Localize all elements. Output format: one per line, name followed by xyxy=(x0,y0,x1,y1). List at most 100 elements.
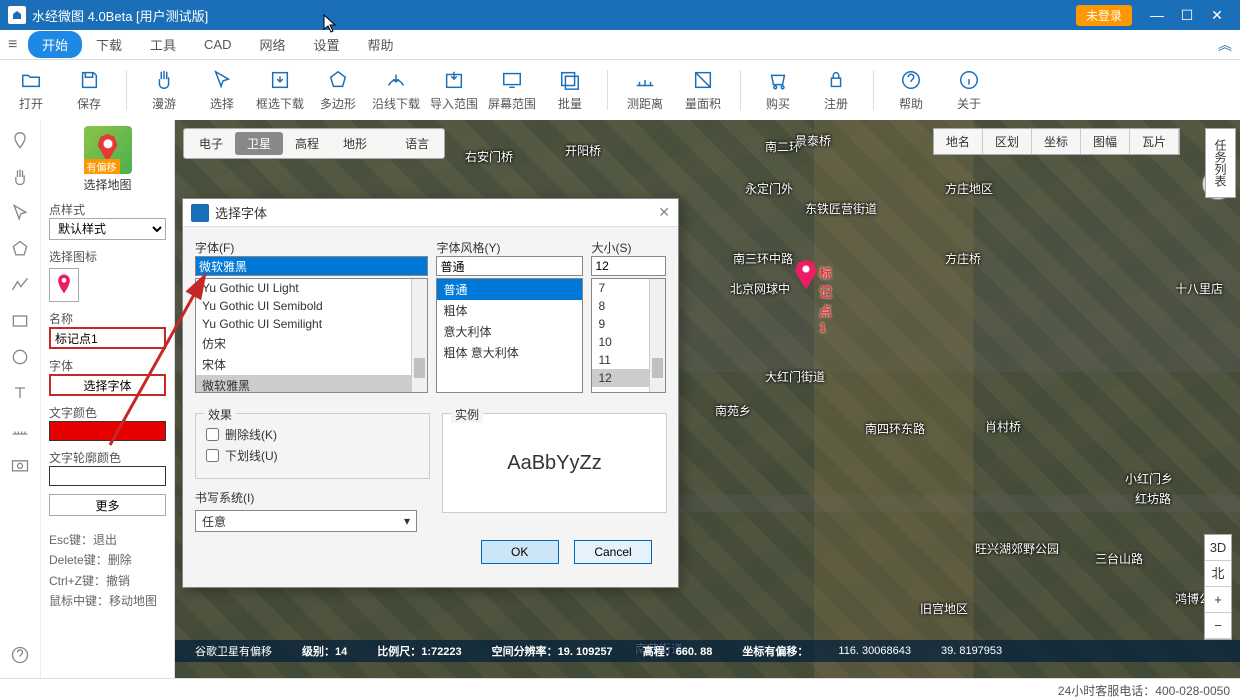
maptype-elevation[interactable]: 高程 xyxy=(283,132,331,155)
screenshot-tool-icon[interactable] xyxy=(9,454,31,476)
view-north-button[interactable]: 北 xyxy=(1205,561,1231,587)
maximize-button[interactable]: ☐ xyxy=(1172,7,1202,24)
scrollbar[interactable] xyxy=(649,279,665,392)
task-list-button[interactable]: 任务列表 xyxy=(1205,128,1236,198)
marker-tool-icon[interactable] xyxy=(9,130,31,152)
properties-panel: 有偏移 选择地图 点样式 默认样式 选择图标 名称 字体 选择字体 文字颜色 文… xyxy=(40,120,175,680)
map-type-switcher: 电子 卫星 高程 地形 语言 xyxy=(183,128,445,159)
map-marker[interactable]: 标记点1 xyxy=(795,260,817,290)
scrollbar[interactable] xyxy=(411,279,427,392)
font-family-list[interactable]: Yu Gothic UI Light Yu Gothic UI Semibold… xyxy=(195,278,428,393)
circle-tool-icon[interactable] xyxy=(9,346,31,368)
layer-district[interactable]: 区划 xyxy=(983,129,1032,154)
text-tool-icon[interactable] xyxy=(9,382,31,404)
script-dropdown[interactable]: 任意▾ xyxy=(195,510,417,532)
ruler-tool-icon[interactable] xyxy=(9,418,31,440)
close-button[interactable]: ✕ xyxy=(1202,7,1232,24)
layer-tile[interactable]: 瓦片 xyxy=(1130,129,1179,154)
map-label: 方庄桥 xyxy=(945,250,981,267)
dialog-titlebar[interactable]: 选择字体 ✕ xyxy=(183,199,678,227)
zoom-out-button[interactable]: − xyxy=(1205,613,1231,639)
tool-open[interactable]: 打开 xyxy=(6,69,56,112)
maptype-satellite[interactable]: 卫星 xyxy=(235,132,283,155)
login-button[interactable]: 未登录 xyxy=(1076,5,1132,26)
tool-pan[interactable]: 漫游 xyxy=(139,69,189,112)
strikeout-checkbox[interactable]: 删除线(K) xyxy=(206,426,419,443)
tool-distance[interactable]: 测距离 xyxy=(620,69,670,112)
tool-area[interactable]: 量面积 xyxy=(678,69,728,112)
map-label: 红坊路 xyxy=(1135,490,1171,507)
underline-checkbox[interactable]: 下划线(U) xyxy=(206,447,419,464)
font-size-list[interactable]: 7 8 9 10 11 12 xyxy=(591,278,666,393)
tool-about[interactable]: 关于 xyxy=(944,69,994,112)
tool-batch[interactable]: 批量 xyxy=(545,69,595,112)
tool-polygon[interactable]: 多边形 xyxy=(313,69,363,112)
tool-import-range[interactable]: 导入范围 xyxy=(429,69,479,112)
text-color-picker[interactable] xyxy=(49,421,166,441)
text-color-label: 文字颜色 xyxy=(49,404,166,421)
arrow-tool-icon[interactable] xyxy=(9,202,31,224)
help-icon[interactable] xyxy=(10,645,30,668)
zoom-in-button[interactable]: + xyxy=(1205,587,1231,613)
font-style-list[interactable]: 普通 粗体 意大利体 粗体 意大利体 xyxy=(436,278,583,393)
map-label: 东铁匠营街道 xyxy=(805,200,877,217)
minimize-button[interactable]: — xyxy=(1142,7,1172,23)
layer-sheet[interactable]: 图幅 xyxy=(1081,129,1130,154)
hand-tool-icon[interactable] xyxy=(9,166,31,188)
maptype-terrain[interactable]: 地形 xyxy=(331,132,379,155)
view-3d-button[interactable]: 3D xyxy=(1205,535,1231,561)
collapse-ribbon-icon[interactable]: ︽ xyxy=(1218,35,1232,55)
map-label: 旧宫地区 xyxy=(920,600,968,617)
font-size-input[interactable] xyxy=(591,256,666,276)
map-label: 南苑乡 xyxy=(715,402,751,419)
map-label: 开阳桥 xyxy=(565,142,601,159)
line-tool-icon[interactable] xyxy=(9,274,31,296)
sample-preview: 实例 AaBbYyZz xyxy=(442,413,667,513)
rect-tool-icon[interactable] xyxy=(9,310,31,332)
map-label: 方庄地区 xyxy=(945,180,993,197)
outline-color-label: 文字轮廓颜色 xyxy=(49,449,166,466)
dialog-close-button[interactable]: ✕ xyxy=(658,204,670,221)
polygon-tool-icon[interactable] xyxy=(9,238,31,260)
layer-coord[interactable]: 坐标 xyxy=(1032,129,1081,154)
menu-start[interactable]: 开始 xyxy=(28,31,82,58)
tool-buy[interactable]: 购买 xyxy=(753,69,803,112)
tool-help[interactable]: 帮助 xyxy=(886,69,936,112)
script-label: 书写系统(I) xyxy=(195,491,254,505)
dialog-title: 选择字体 xyxy=(215,203,658,222)
left-toolbar xyxy=(0,120,40,680)
outline-color-picker[interactable] xyxy=(49,466,166,486)
more-button[interactable]: 更多 xyxy=(49,494,166,516)
app-title: 水经微图 4.0Beta [用户测试版] xyxy=(32,6,1076,25)
menu-tools[interactable]: 工具 xyxy=(136,31,190,58)
layer-placename[interactable]: 地名 xyxy=(934,129,983,154)
point-style-select[interactable]: 默认样式 xyxy=(49,218,166,240)
map-label: 景泰桥 xyxy=(795,132,831,149)
tool-line-download[interactable]: 沿线下载 xyxy=(371,69,421,112)
tool-save[interactable]: 保存 xyxy=(64,69,114,112)
hamburger-icon[interactable]: ≡ xyxy=(8,36,28,54)
map-label: 小红门乡 xyxy=(1125,470,1173,487)
menu-network[interactable]: 网络 xyxy=(246,31,300,58)
name-input[interactable] xyxy=(49,327,166,349)
tool-select[interactable]: 选择 xyxy=(197,69,247,112)
menu-help[interactable]: 帮助 xyxy=(354,31,408,58)
icon-picker[interactable] xyxy=(49,268,79,302)
menu-cad[interactable]: CAD xyxy=(190,33,245,56)
font-style-input[interactable] xyxy=(436,256,583,276)
font-dialog: 选择字体 ✕ 字体(F) Yu Gothic UI Light Yu Gothi… xyxy=(182,198,679,588)
maptype-language[interactable]: 语言 xyxy=(393,132,441,155)
font-style-label: 字体风格(Y) xyxy=(436,241,500,255)
select-font-button[interactable]: 选择字体 xyxy=(49,374,166,396)
map-provider-selector[interactable]: 有偏移 选择地图 xyxy=(49,126,166,193)
ok-button[interactable]: OK xyxy=(481,540,559,564)
map-label: 南三环中路 xyxy=(733,250,793,267)
menu-settings[interactable]: 设置 xyxy=(300,31,354,58)
tool-box-download[interactable]: 框选下载 xyxy=(255,69,305,112)
font-family-input[interactable] xyxy=(195,256,428,276)
cancel-button[interactable]: Cancel xyxy=(574,540,652,564)
maptype-electronic[interactable]: 电子 xyxy=(187,132,235,155)
tool-register[interactable]: 注册 xyxy=(811,69,861,112)
tool-screen-range[interactable]: 屏幕范围 xyxy=(487,69,537,112)
menu-download[interactable]: 下载 xyxy=(82,31,136,58)
